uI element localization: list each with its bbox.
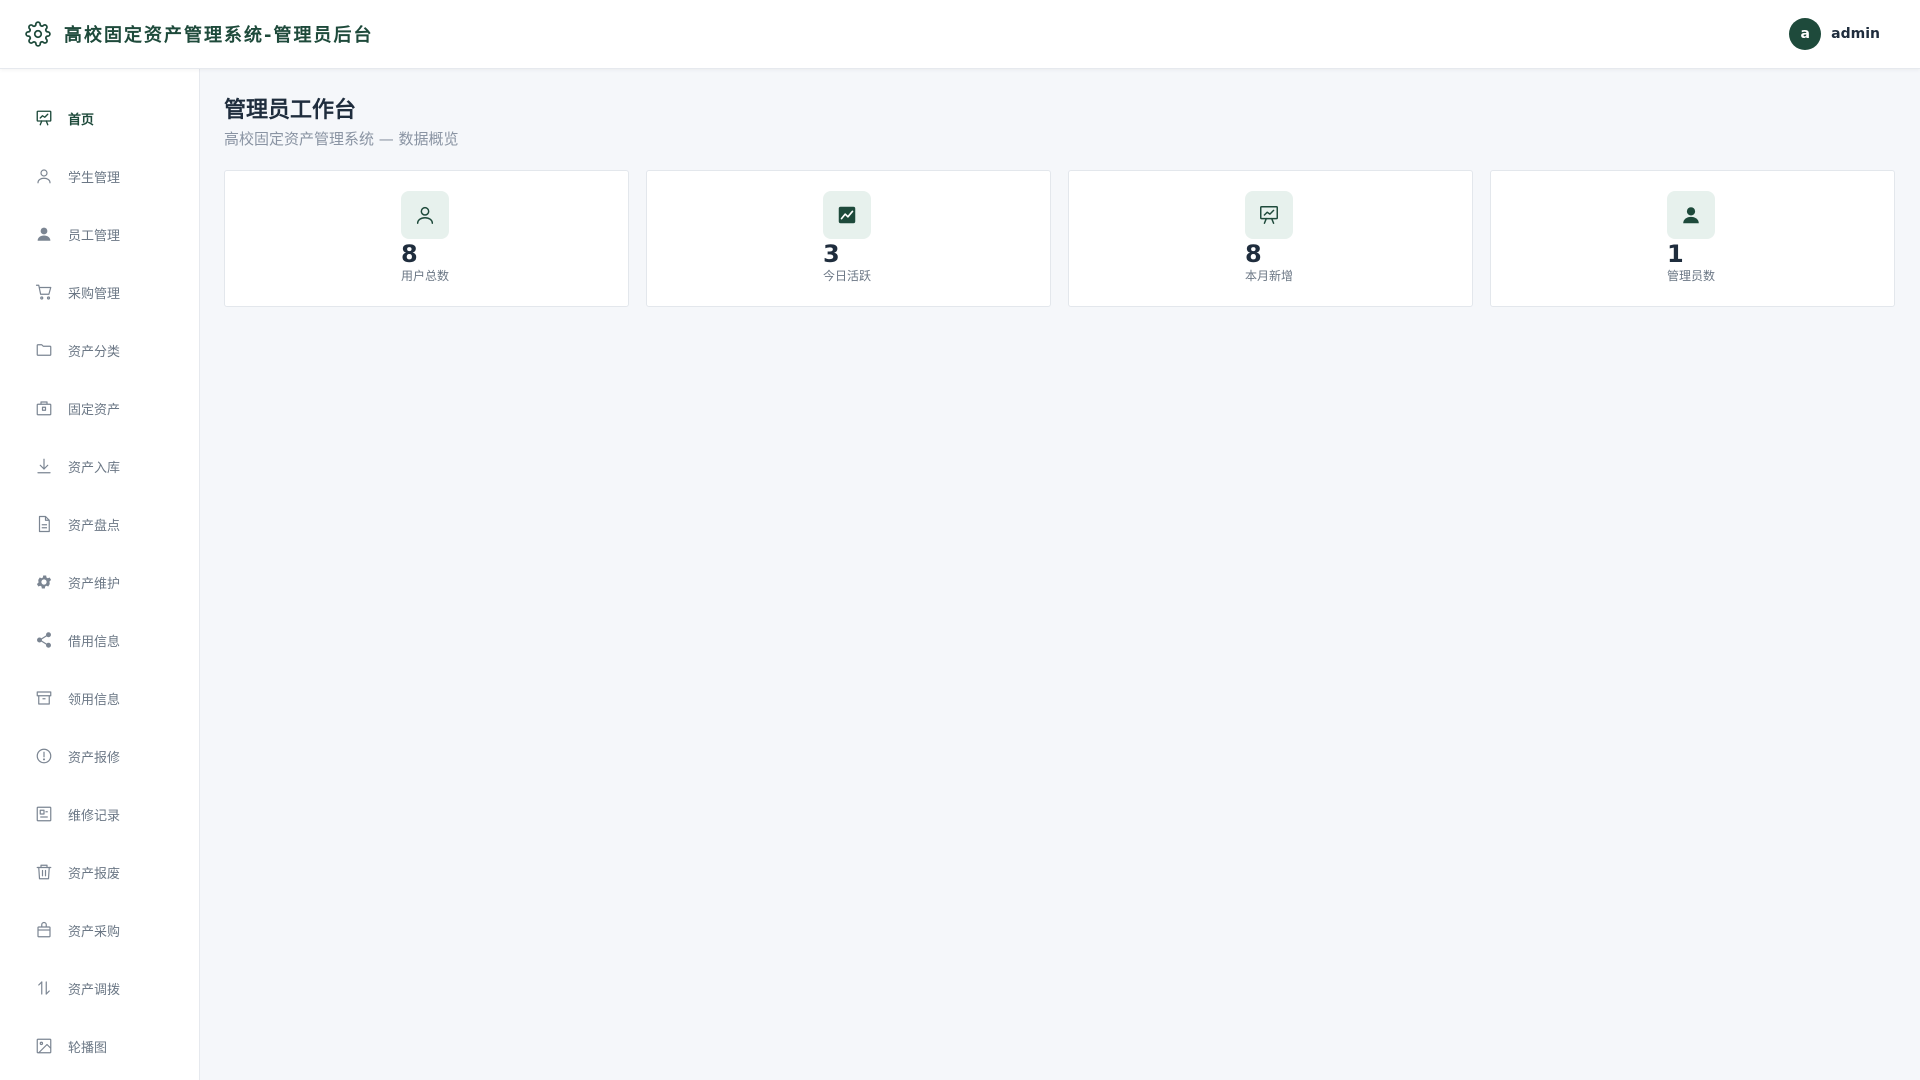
sidebar-item-fixed-assets[interactable]: 固定资产 xyxy=(0,379,199,437)
sidebar-item-label: 学生管理 xyxy=(68,170,121,186)
trash-icon xyxy=(34,862,54,882)
sidebar-item-label: 资产报修 xyxy=(68,750,121,766)
user-outline-icon xyxy=(34,166,54,186)
page-subtitle: 高校固定资产管理系统 — 数据概览 xyxy=(224,130,459,148)
sidebar-item-label: 资产盘点 xyxy=(68,518,121,534)
sidebar-item-label: 员工管理 xyxy=(68,228,121,244)
stat-label: 今日活跃 xyxy=(823,269,872,283)
sidebar-item-home[interactable]: 首页 xyxy=(0,89,199,147)
sidebar-item-label: 首页 xyxy=(68,112,95,128)
document-icon xyxy=(34,514,54,534)
cart-icon xyxy=(34,282,54,302)
stat-value: 3 xyxy=(823,240,840,268)
warning-circle-icon xyxy=(34,746,54,766)
top-header: 高校固定资产管理系统-管理员后台 a admin xyxy=(0,0,1920,69)
stat-value: 1 xyxy=(1667,240,1684,268)
user-outline-icon xyxy=(401,191,449,239)
sidebar: 首页 学生管理 员工管理 采购管理 资产分类 固定资产 资产入库 资产盘点 资产… xyxy=(0,69,200,1080)
presentation-icon xyxy=(34,108,54,128)
stat-card-active-today: 3 今日活跃 xyxy=(646,170,1051,307)
sidebar-item-label: 资产入库 xyxy=(68,460,121,476)
username[interactable]: admin xyxy=(1831,26,1880,42)
user-menu[interactable]: a admin xyxy=(1789,18,1880,50)
stat-value: 8 xyxy=(401,240,418,268)
sidebar-item-asset-category[interactable]: 资产分类 xyxy=(0,321,199,379)
gear-filled-icon xyxy=(34,572,54,592)
sidebar-item-asset-inbound[interactable]: 资产入库 xyxy=(0,437,199,495)
image-icon xyxy=(34,1036,54,1056)
stat-card-total-users: 8 用户总数 xyxy=(224,170,629,307)
share-icon xyxy=(34,630,54,650)
archive-icon xyxy=(34,688,54,708)
folder-icon xyxy=(34,340,54,360)
user-filled-icon xyxy=(34,224,54,244)
sidebar-item-procurement[interactable]: 采购管理 xyxy=(0,263,199,321)
sidebar-item-students[interactable]: 学生管理 xyxy=(0,147,199,205)
sidebar-item-asset-purchase[interactable]: 资产采购 xyxy=(0,901,199,959)
stat-label: 管理员数 xyxy=(1667,269,1716,283)
avatar[interactable]: a xyxy=(1789,18,1822,50)
sidebar-item-repair-records[interactable]: 维修记录 xyxy=(0,785,199,843)
sidebar-item-staff[interactable]: 员工管理 xyxy=(0,205,199,263)
stat-label: 用户总数 xyxy=(401,269,450,283)
stat-card-new-this-month: 8 本月新增 xyxy=(1068,170,1473,307)
stat-label: 本月新增 xyxy=(1245,269,1294,283)
stat-value: 8 xyxy=(1245,240,1262,268)
record-icon xyxy=(34,804,54,824)
sidebar-item-carousel[interactable]: 轮播图 xyxy=(0,1017,199,1075)
sidebar-item-label: 资产报废 xyxy=(68,866,121,882)
box-icon xyxy=(34,398,54,418)
download-icon xyxy=(34,456,54,476)
stat-card-admin-count: 1 管理员数 xyxy=(1490,170,1895,307)
sidebar-item-asset-inventory[interactable]: 资产盘点 xyxy=(0,495,199,553)
page-title: 管理员工作台 xyxy=(224,98,357,123)
sidebar-item-label: 维修记录 xyxy=(68,808,121,824)
sidebar-item-label: 资产维护 xyxy=(68,576,121,592)
sidebar-item-label: 采购管理 xyxy=(68,286,121,302)
trend-chart-icon xyxy=(823,191,871,239)
sidebar-item-asset-maintenance[interactable]: 资产维护 xyxy=(0,553,199,611)
bag-icon xyxy=(34,920,54,940)
stats-cards: 8 用户总数 3 今日活跃 8 本月新增 1 管理员数 xyxy=(224,170,1896,307)
main-content: 管理员工作台 高校固定资产管理系统 — 数据概览 8 用户总数 3 今日活跃 8… xyxy=(224,92,1896,307)
gear-icon xyxy=(24,20,52,48)
sidebar-item-borrow-info[interactable]: 借用信息 xyxy=(0,611,199,669)
sidebar-item-label: 固定资产 xyxy=(68,402,121,418)
presentation-icon xyxy=(1245,191,1293,239)
user-filled-icon xyxy=(1667,191,1715,239)
sidebar-item-asset-transfer[interactable]: 资产调拨 xyxy=(0,959,199,1017)
sidebar-item-label: 领用信息 xyxy=(68,692,121,708)
transfer-icon xyxy=(34,978,54,998)
sidebar-item-label: 借用信息 xyxy=(68,634,121,650)
sidebar-item-label: 资产调拨 xyxy=(68,982,121,998)
sidebar-item-repair-request[interactable]: 资产报修 xyxy=(0,727,199,785)
app-title: 高校固定资产管理系统-管理员后台 xyxy=(64,25,374,46)
sidebar-item-label: 轮播图 xyxy=(68,1040,108,1056)
sidebar-item-label: 资产采购 xyxy=(68,924,121,940)
sidebar-item-asset-scrap[interactable]: 资产报废 xyxy=(0,843,199,901)
sidebar-item-receive-info[interactable]: 领用信息 xyxy=(0,669,199,727)
sidebar-item-label: 资产分类 xyxy=(68,344,121,360)
